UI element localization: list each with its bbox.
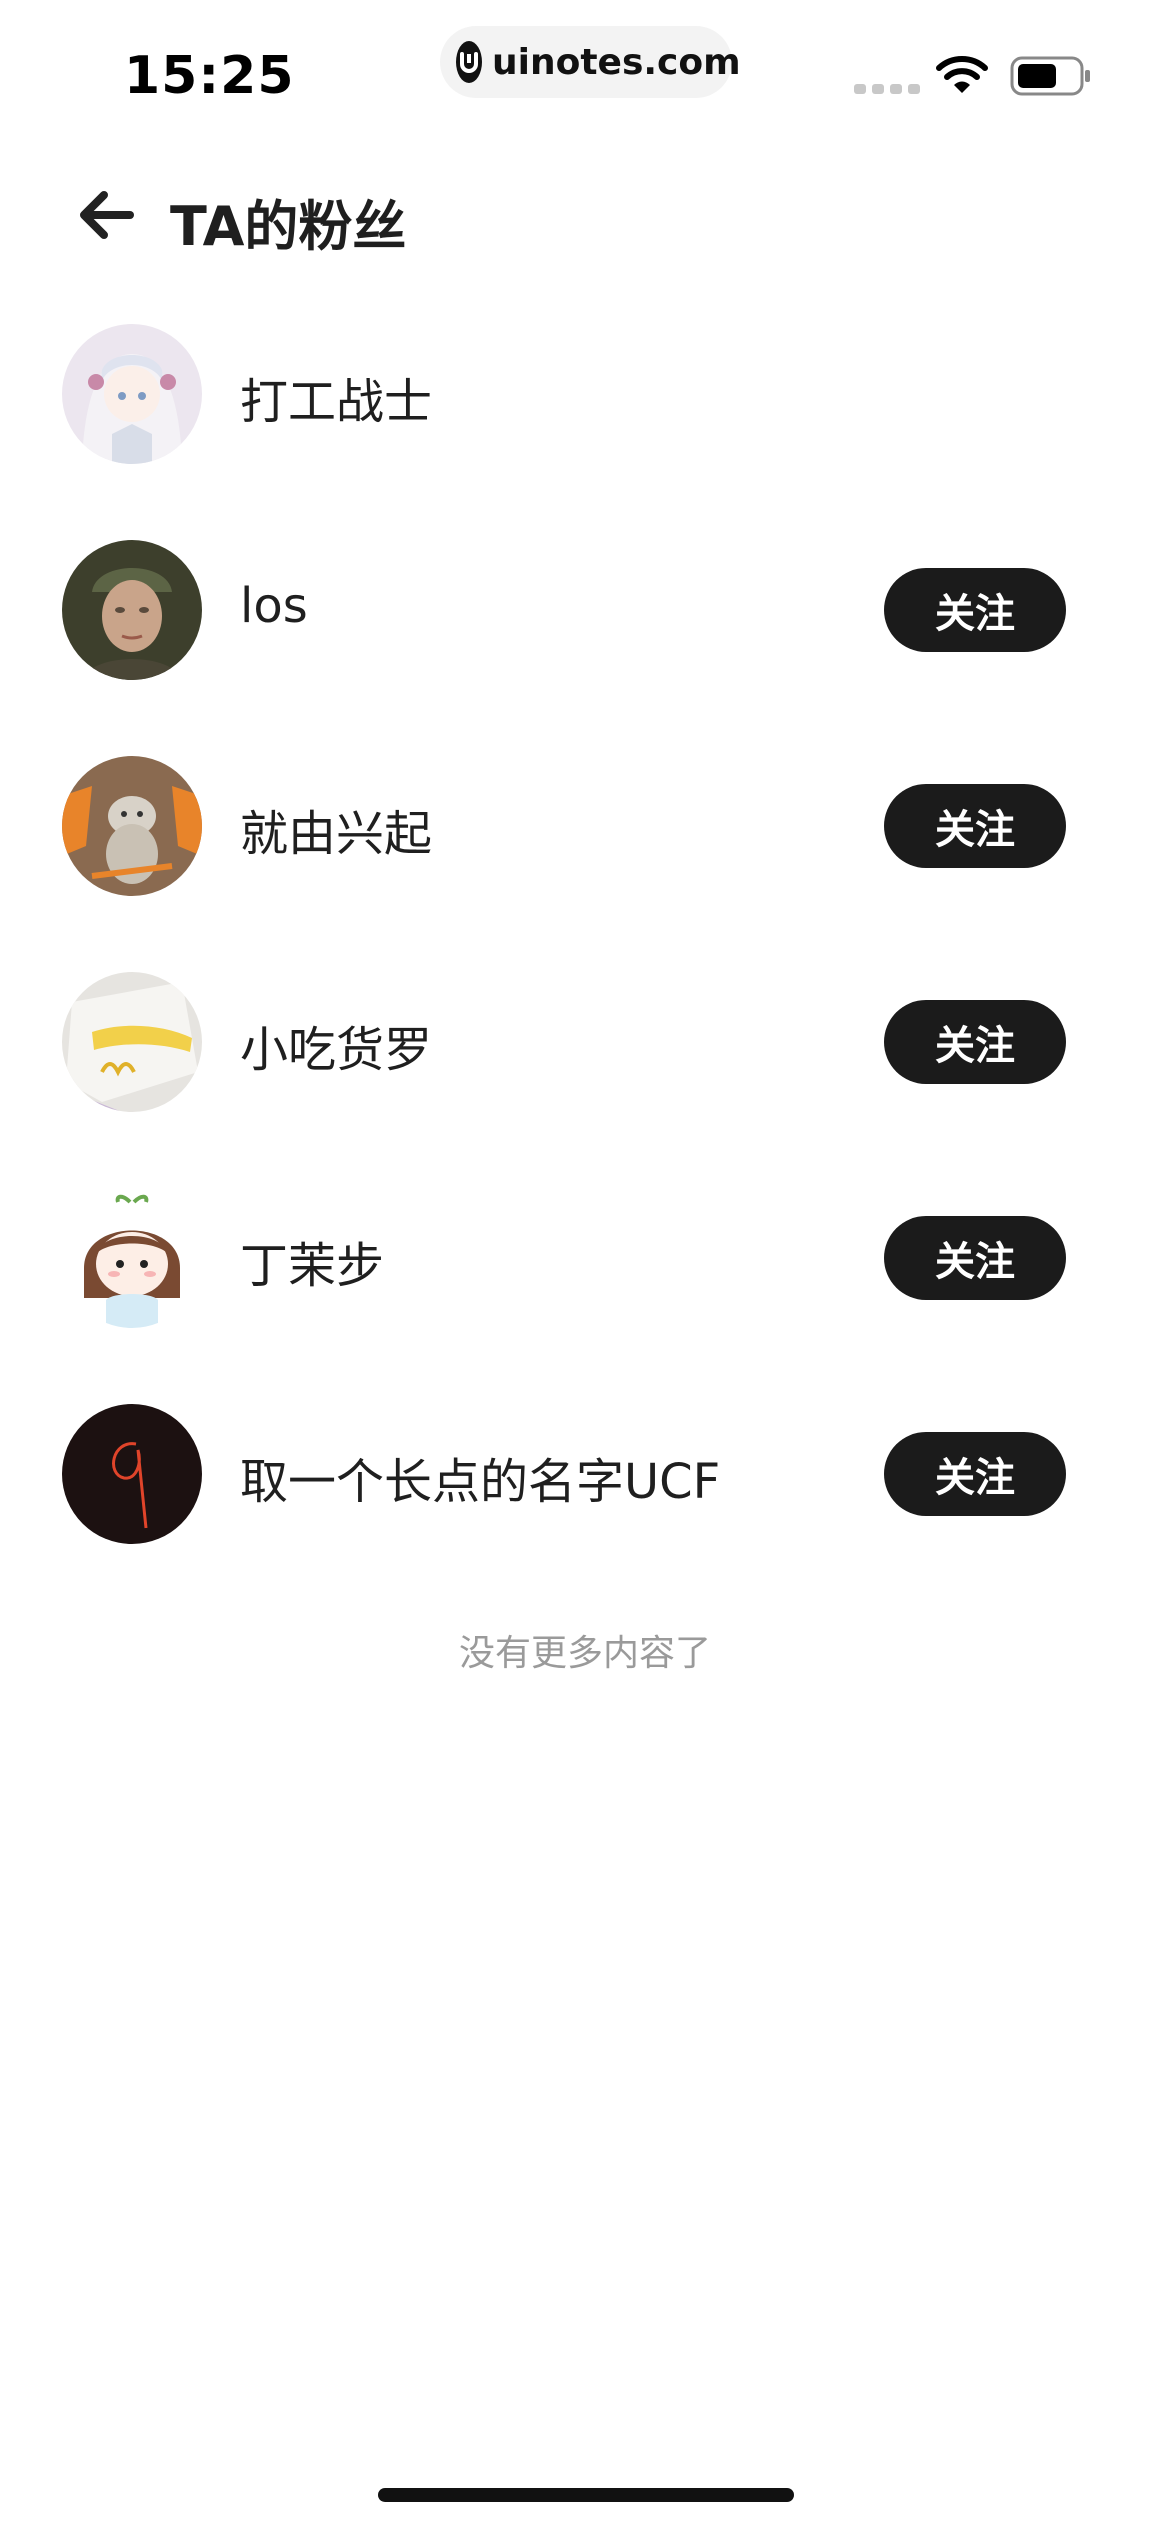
fan-list-item[interactable]: los 关注 [0,516,1170,732]
fan-list-item[interactable]: 丁茉步 关注 [0,1164,1170,1380]
status-bar: 15:25 uinotes.com [0,0,1170,140]
screen: 15:25 uinotes.com TA的粉丝 打工战士 los 关注 就由兴起… [0,0,1170,2532]
avatar[interactable] [62,1188,202,1328]
avatar[interactable] [62,540,202,680]
fan-name: 小吃货罗 [240,1022,433,1078]
avatar[interactable] [62,756,202,896]
fan-list-item[interactable]: 小吃货罗 关注 [0,948,1170,1164]
avatar[interactable] [62,1404,202,1544]
fan-list-item[interactable]: 打工战士 [0,300,1170,516]
follow-button[interactable]: 关注 [884,784,1066,868]
nav-header: TA的粉丝 [0,160,1170,270]
signal-icon [854,84,920,94]
battery-icon [1010,56,1090,96]
follow-button[interactable]: 关注 [884,568,1066,652]
fan-name: 取一个长点的名字UCF [240,1454,721,1510]
end-of-list-text: 没有更多内容了 [458,1633,711,1674]
site-logo-icon [456,41,482,83]
follow-button[interactable]: 关注 [884,1216,1066,1300]
fan-name: 丁茉步 [240,1238,385,1294]
avatar[interactable] [62,972,202,1112]
fan-name: 打工战士 [240,374,433,430]
follow-button[interactable]: 关注 [884,1432,1066,1516]
fan-list-item[interactable]: 取一个长点的名字UCF 关注 [0,1380,1170,1596]
status-time: 15:25 [124,46,295,106]
fan-list-item[interactable]: 就由兴起 关注 [0,732,1170,948]
avatar[interactable] [62,324,202,464]
fan-list: 打工战士 los 关注 就由兴起 关注 小吃货罗 关注 丁茉步 关注 取一个长点… [0,300,1170,1596]
url-text: uinotes.com [492,41,741,83]
wifi-icon [936,56,988,93]
follow-button[interactable]: 关注 [884,1000,1066,1084]
arrow-left-icon[interactable] [76,188,136,242]
url-pill[interactable]: uinotes.com [440,26,741,98]
home-indicator[interactable] [378,2488,794,2502]
fan-name: los [240,578,308,634]
fan-name: 就由兴起 [240,806,433,862]
page-title: TA的粉丝 [170,195,407,258]
